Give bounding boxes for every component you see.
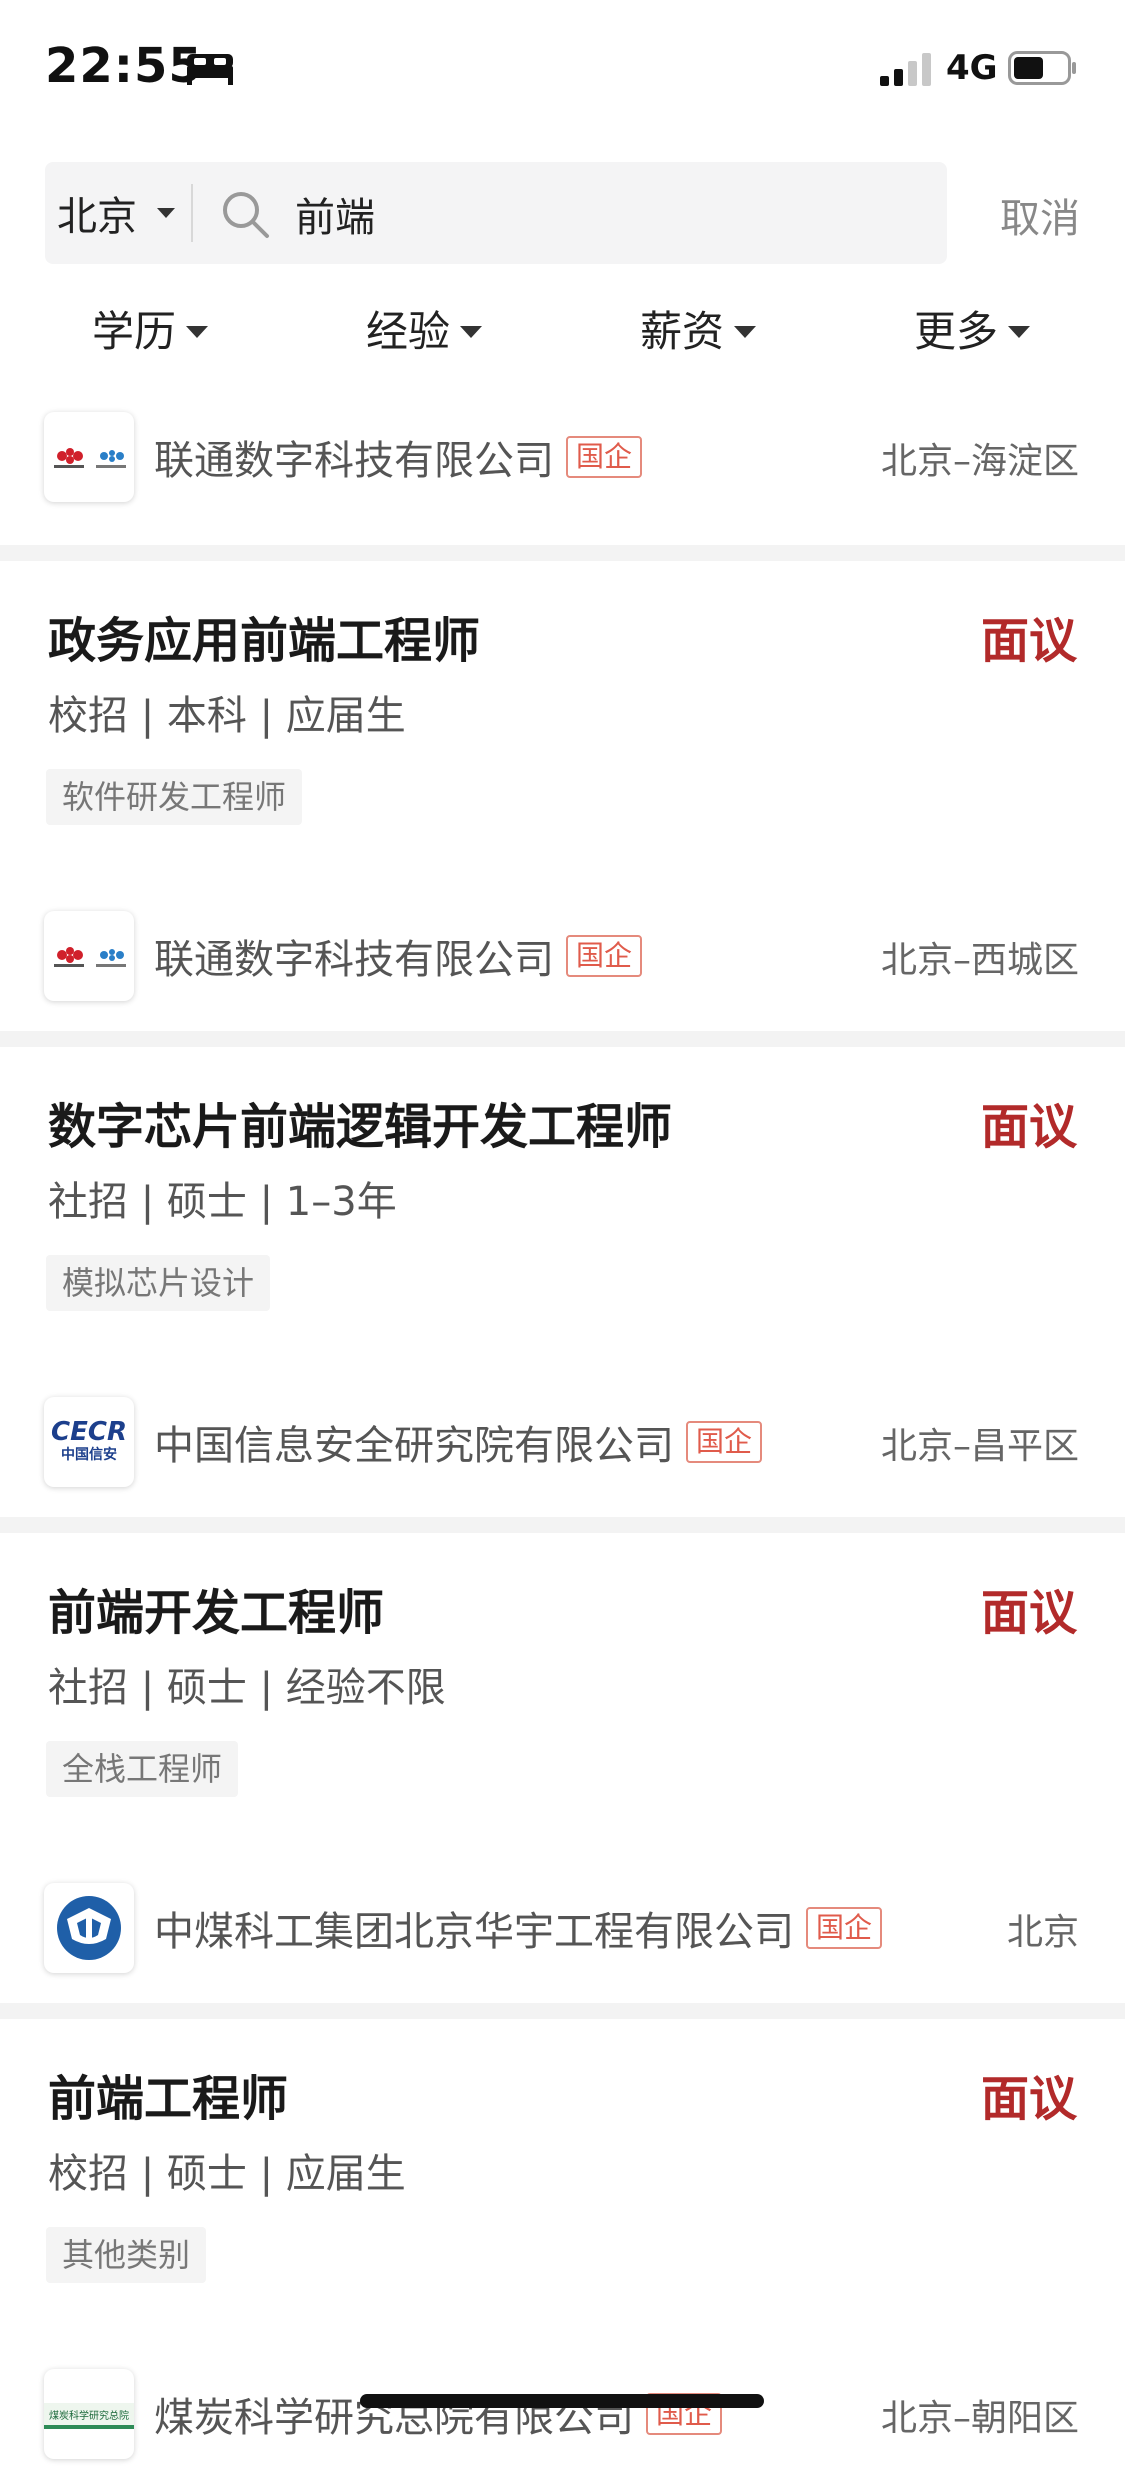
cancel-button[interactable]: 取消 bbox=[1000, 186, 1080, 244]
job-category-tag: 模拟芯片设计 bbox=[46, 1255, 271, 1311]
separator bbox=[0, 2003, 1125, 2019]
company-name: 中煤科工集团北京华宇工程有限公司 bbox=[154, 1909, 794, 1955]
job-salary: 面议 bbox=[980, 2071, 1077, 2127]
search-icon bbox=[223, 192, 269, 238]
job-location: 北京–西城区 bbox=[880, 940, 1079, 981]
company-line: 联通数字科技有限公司 国企 bbox=[154, 927, 643, 985]
company-name: 联通数字科技有限公司 bbox=[154, 438, 554, 484]
separator bbox=[0, 1031, 1125, 1047]
job-title: 前端工程师 bbox=[48, 2071, 289, 2127]
status-time: 22:55 bbox=[45, 38, 203, 94]
bed-icon bbox=[187, 54, 233, 85]
soe-badge: 国企 bbox=[686, 1421, 763, 1463]
filter-more[interactable]: 更多 bbox=[914, 298, 1031, 359]
search-box: 北京 bbox=[45, 162, 947, 264]
soe-badge: 国企 bbox=[566, 935, 643, 977]
job-requirements: 社招 | 硕士 | 经验不限 bbox=[48, 1665, 446, 1711]
ccteg-logo bbox=[44, 1883, 134, 1973]
job-card[interactable]: 前端工程师 面议 校招 | 硕士 | 应届生 其他类别 煤炭科学研究总院 煤炭科… bbox=[0, 2019, 1125, 2489]
filter-experience[interactable]: 经验 bbox=[366, 298, 483, 359]
company-row[interactable]: 联通数字科技有限公司 国企 北京–海淀区 bbox=[0, 400, 1125, 512]
filter-bar: 学历 经验 薪资 更多 bbox=[0, 290, 1125, 360]
job-requirements: 校招 | 硕士 | 应届生 bbox=[48, 2151, 406, 2197]
job-location: 北京–昌平区 bbox=[880, 1426, 1079, 1467]
filter-education[interactable]: 学历 bbox=[92, 298, 209, 359]
job-title: 前端开发工程师 bbox=[48, 1585, 385, 1641]
svg-text:中国信安: 中国信安 bbox=[61, 1446, 117, 1463]
svg-text:煤炭科学研究总院: 煤炭科学研究总院 bbox=[49, 2409, 129, 2422]
company-row[interactable]: 联通数字科技有限公司 国企 北京–西城区 bbox=[0, 899, 1125, 1011]
job-salary: 面议 bbox=[980, 1585, 1077, 1641]
soe-badge: 国企 bbox=[806, 1907, 883, 1949]
company-row[interactable]: 中煤科工集团北京华宇工程有限公司 国企 北京 bbox=[0, 1871, 1125, 1983]
job-card[interactable]: 数字芯片前端逻辑开发工程师 面议 社招 | 硕士 | 1–3年 模拟芯片设计 C… bbox=[0, 1047, 1125, 1517]
search-bar: 北京 取消 bbox=[45, 162, 1080, 264]
china-unicom-logo bbox=[44, 412, 134, 502]
company-line: 中煤科工集团北京华宇工程有限公司 国企 bbox=[154, 1899, 883, 1957]
separator bbox=[0, 1517, 1125, 1533]
caret-down-icon[interactable] bbox=[157, 208, 175, 218]
job-card[interactable]: 前端开发工程师 面议 社招 | 硕士 | 经验不限 全栈工程师 中煤科工集团北京… bbox=[0, 1533, 1125, 2003]
search-input[interactable] bbox=[295, 184, 895, 244]
job-category-tag: 软件研发工程师 bbox=[46, 769, 303, 825]
company-row[interactable]: 煤炭科学研究总院 煤炭科学研究总院有限公司 国企 北京–朝阳区 bbox=[0, 2357, 1125, 2469]
caret-down-icon bbox=[186, 325, 209, 338]
cecr-logo: CECR 中国信安 bbox=[44, 1397, 134, 1487]
job-location: 北京–海淀区 bbox=[880, 441, 1079, 482]
ccri-logo: 煤炭科学研究总院 bbox=[44, 2369, 134, 2459]
job-title: 政务应用前端工程师 bbox=[48, 613, 481, 669]
home-indicator[interactable] bbox=[360, 2394, 764, 2408]
job-card[interactable]: 政务应用前端工程师 面议 校招 | 本科 | 应届生 软件研发工程师 联通数字科… bbox=[0, 561, 1125, 1031]
job-requirements: 校招 | 本科 | 应届生 bbox=[48, 693, 406, 739]
job-salary: 面议 bbox=[980, 1099, 1077, 1155]
job-salary: 面议 bbox=[980, 613, 1077, 669]
china-unicom-logo bbox=[44, 911, 134, 1001]
job-requirements: 社招 | 硕士 | 1–3年 bbox=[48, 1179, 397, 1225]
filter-salary[interactable]: 薪资 bbox=[640, 298, 757, 359]
company-name: 联通数字科技有限公司 bbox=[154, 937, 554, 983]
caret-down-icon bbox=[734, 325, 757, 338]
caret-down-icon bbox=[1008, 325, 1031, 338]
company-line: 联通数字科技有限公司 国企 bbox=[154, 428, 643, 486]
city-selector[interactable]: 北京 bbox=[57, 184, 137, 242]
svg-text:CECR: CECR bbox=[51, 1417, 127, 1447]
separator bbox=[0, 545, 1125, 561]
company-line: 中国信息安全研究院有限公司 国企 bbox=[154, 1413, 763, 1471]
job-title: 数字芯片前端逻辑开发工程师 bbox=[48, 1099, 673, 1155]
divider bbox=[191, 184, 193, 242]
status-bar: 22:55 4G bbox=[0, 0, 1125, 140]
company-name: 中国信息安全研究院有限公司 bbox=[154, 1423, 674, 1469]
job-category-tag: 其他类别 bbox=[46, 2227, 207, 2283]
job-category-tag: 全栈工程师 bbox=[46, 1741, 239, 1797]
battery-icon bbox=[1008, 51, 1076, 85]
soe-badge: 国企 bbox=[566, 436, 643, 478]
network-type: 4G bbox=[946, 48, 998, 88]
signal-strength-icon bbox=[880, 53, 931, 86]
company-row[interactable]: CECR 中国信安 中国信息安全研究院有限公司 国企 北京–昌平区 bbox=[0, 1385, 1125, 1497]
caret-down-icon bbox=[460, 325, 483, 338]
job-location: 北京–朝阳区 bbox=[880, 2398, 1079, 2439]
job-location: 北京 bbox=[1006, 1912, 1079, 1953]
